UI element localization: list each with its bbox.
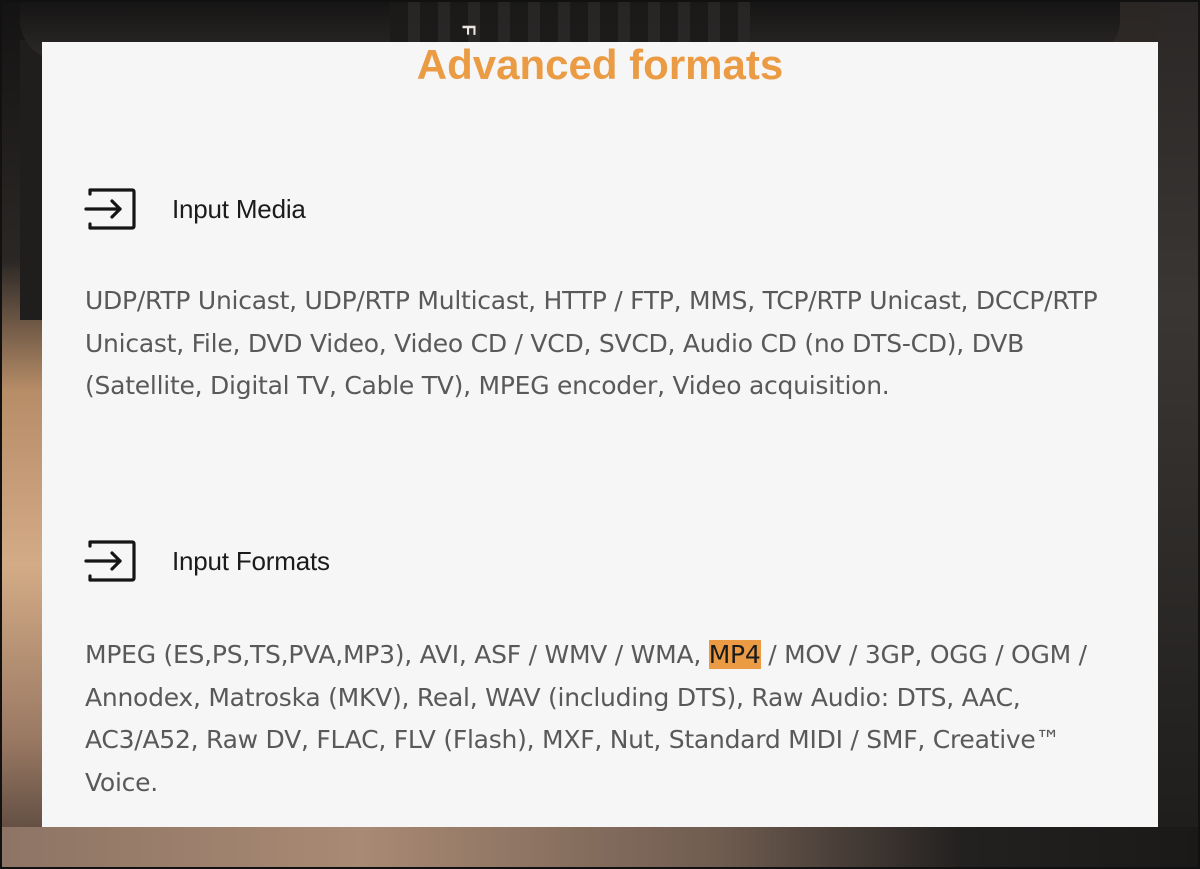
section-heading-label: Input Formats	[172, 545, 330, 576]
advanced-formats-card: Advanced formats Input Media UDP/RTP Uni…	[42, 42, 1158, 827]
input-formats-list: MPEG (ES,PS,TS,PVA,MP3), AVI, ASF / WMV …	[85, 634, 1125, 804]
background-right-edge	[1158, 0, 1200, 869]
section-heading-label: Input Media	[172, 193, 306, 224]
input-media-list: UDP/RTP Unicast, UDP/RTP Multicast, HTTP…	[85, 286, 1098, 400]
input-formats-heading: Input Formats	[84, 540, 330, 582]
input-arrow-icon	[84, 540, 136, 582]
background-bottom-strip	[0, 827, 1200, 869]
background-camera-mark: F	[458, 24, 479, 37]
highlighted-format: MP4	[708, 640, 761, 669]
input-media-heading: Input Media	[84, 188, 306, 230]
formats-text-before: MPEG (ES,PS,TS,PVA,MP3), AVI, ASF / WMV …	[85, 640, 709, 669]
page-title: Advanced formats	[416, 41, 784, 88]
background-camera-ring	[390, 0, 750, 44]
input-arrow-icon	[84, 188, 136, 230]
